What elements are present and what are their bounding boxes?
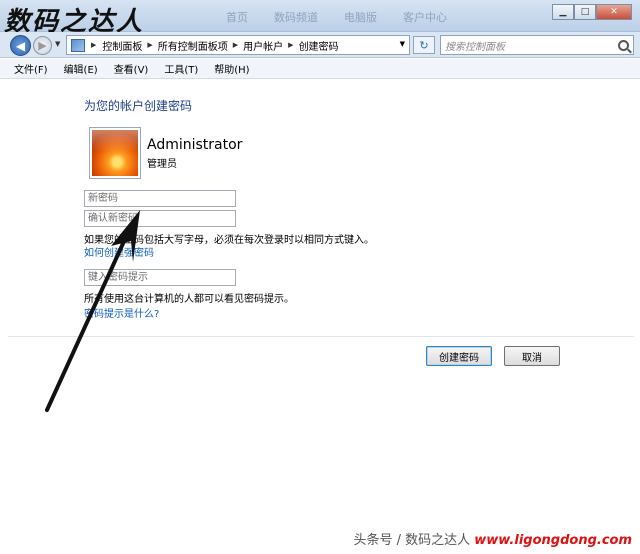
chevron-down-icon[interactable]: ▼ <box>400 40 405 48</box>
address-bar[interactable]: ▶ 控制面板 ▶ 所有控制面板项 ▶ 用户帐户 ▶ 创建密码 ▼ <box>66 35 410 55</box>
breadcrumb-item[interactable]: 所有控制面板项 <box>158 38 228 53</box>
minimize-button[interactable]: ▁ <box>552 4 574 20</box>
recent-pages-dropdown[interactable]: ▼ <box>55 40 60 48</box>
create-password-button[interactable]: 创建密码 <box>426 346 492 366</box>
background-tabs: 首页 数码频道 电脑版 客户中心 <box>226 9 447 25</box>
strong-password-link[interactable]: 如何创建强密码 <box>84 244 154 259</box>
background-tab: 数码频道 <box>274 11 318 24</box>
search-input[interactable]: 搜索控制面板 <box>445 38 618 53</box>
back-button[interactable]: ◀ <box>10 35 31 56</box>
close-icon: ✕ <box>610 7 618 17</box>
chevron-right-icon[interactable]: ▶ <box>288 41 293 49</box>
background-tab: 客户中心 <box>403 11 447 24</box>
user-name: Administrator <box>147 137 243 153</box>
close-button[interactable]: ✕ <box>596 4 632 20</box>
menu-view[interactable]: 查看(V) <box>114 61 149 76</box>
search-icon[interactable] <box>618 39 629 51</box>
page-title: 为您的帐户创建密码 <box>84 99 193 113</box>
avatar <box>90 128 140 178</box>
forward-button[interactable]: ▶ <box>33 36 52 55</box>
forward-arrow-icon: ▶ <box>38 39 47 52</box>
divider <box>8 336 634 337</box>
chevron-right-icon[interactable]: ▶ <box>147 41 152 49</box>
background-tab: 首页 <box>226 11 248 24</box>
chevron-right-icon[interactable]: ▶ <box>233 41 238 49</box>
cancel-button[interactable]: 取消 <box>504 346 560 366</box>
new-password-input[interactable] <box>84 190 236 207</box>
menu-file[interactable]: 文件(F) <box>14 61 48 76</box>
maximize-button[interactable]: □ <box>574 4 596 20</box>
background-tab: 电脑版 <box>344 11 377 24</box>
window-titlebar: 数码之达人 首页 数码频道 电脑版 客户中心 ▁ □ ✕ <box>0 0 640 37</box>
menu-bar: 文件(F) 编辑(E) 查看(V) 工具(T) 帮助(H) <box>0 59 640 79</box>
footer-watermark: 头条号 / 数码之达人 www.ligongdong.com <box>353 529 632 548</box>
refresh-icon: ↻ <box>419 38 429 52</box>
back-arrow-icon: ◀ <box>15 38 26 53</box>
control-panel-icon <box>71 38 85 52</box>
breadcrumb-item[interactable]: 创建密码 <box>299 38 339 53</box>
navigation-bar: ◀ ▶ ▼ ▶ 控制面板 ▶ 所有控制面板项 ▶ 用户帐户 ▶ 创建密码 ▼ ↻… <box>0 32 640 58</box>
footer-watermark-url: www.ligongdong.com <box>474 533 632 548</box>
breadcrumb-item[interactable]: 用户帐户 <box>243 38 283 53</box>
confirm-password-input[interactable] <box>84 210 236 227</box>
chevron-right-icon: ▶ <box>91 41 97 49</box>
user-role: 管理员 <box>147 159 177 170</box>
content-panel: 为您的帐户创建密码 Administrator 管理员 如果您的密码包括大写字母… <box>8 80 634 554</box>
password-hint-help-link[interactable]: 密码提示是什么? <box>84 305 159 320</box>
breadcrumb-item[interactable]: 控制面板 <box>102 38 142 53</box>
maximize-icon: □ <box>580 7 590 17</box>
hint-visibility-note: 所有使用这台计算机的人都可以看见密码提示。 <box>84 294 294 305</box>
window-controls: ▁ □ ✕ <box>552 4 632 20</box>
search-box[interactable]: 搜索控制面板 <box>440 35 634 55</box>
password-hint-input[interactable] <box>84 269 236 286</box>
refresh-button[interactable]: ↻ <box>413 36 435 54</box>
menu-help[interactable]: 帮助(H) <box>214 61 249 76</box>
footer-watermark-text: 头条号 / 数码之达人 <box>353 533 471 548</box>
breadcrumb: 控制面板 ▶ 所有控制面板项 ▶ 用户帐户 ▶ 创建密码 <box>102 38 338 53</box>
menu-edit[interactable]: 编辑(E) <box>64 61 98 76</box>
minimize-icon: ▁ <box>559 7 567 17</box>
menu-tools[interactable]: 工具(T) <box>164 61 198 76</box>
chevron-down-icon: ▼ <box>55 40 61 48</box>
